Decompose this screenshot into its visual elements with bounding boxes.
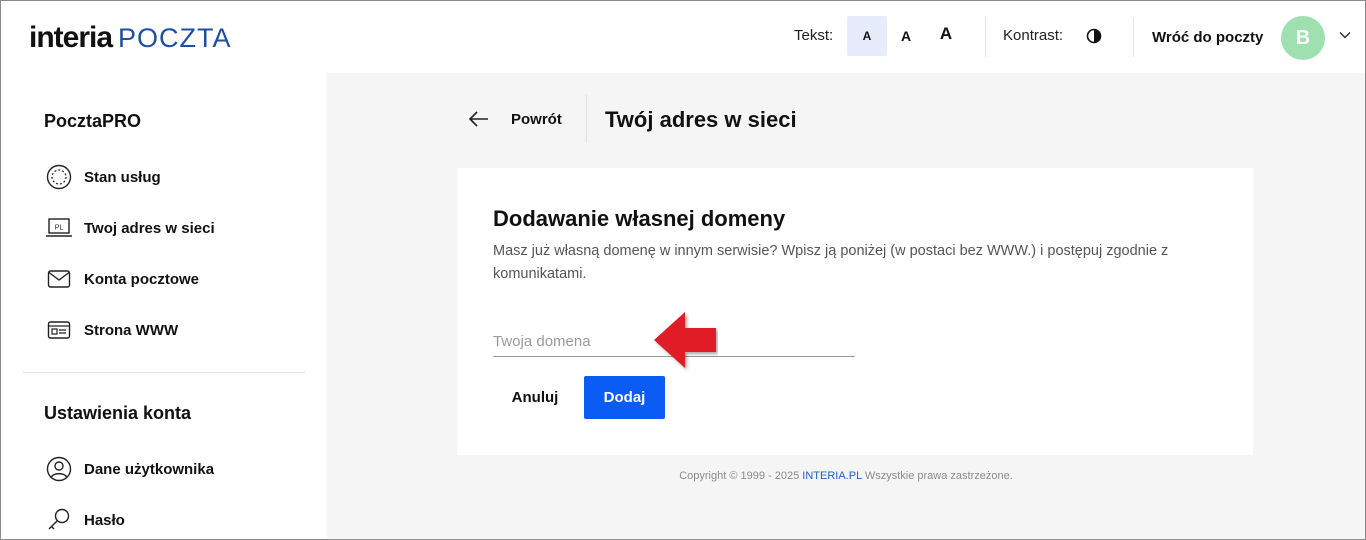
- title-divider: [586, 95, 587, 143]
- interia-poczta-logo[interactable]: interia POCZTA: [29, 21, 232, 55]
- back-button[interactable]: Powrót: [467, 107, 562, 131]
- text-size-label: Tekst:: [794, 27, 834, 44]
- sidebar-item-password[interactable]: Hasło: [45, 505, 125, 535]
- footer-prefix: Copyright © 1999 - 2025: [679, 470, 803, 482]
- logo-product: POCZTA: [118, 23, 232, 53]
- footer-copyright: Copyright © 1999 - 2025 INTERIA.PL Wszys…: [327, 470, 1365, 482]
- sidebar-item-service-status[interactable]: Stan usług: [45, 162, 161, 192]
- key-icon: [45, 506, 73, 534]
- service-status-icon: [45, 163, 73, 191]
- sidebar-item-mail-accounts[interactable]: Konta pocztowe: [45, 264, 199, 294]
- sidebar-heading-pocztapro: PocztaPRO: [44, 111, 142, 131]
- main-content: Powrót Twój adres w sieci Dodawanie włas…: [327, 73, 1365, 539]
- sidebar-divider: [23, 372, 305, 373]
- sidebar-item-label: Strona WWW: [84, 321, 179, 339]
- user-icon: [45, 455, 73, 483]
- envelope-icon: [45, 265, 73, 293]
- red-arrow-annotation-icon: [654, 312, 716, 368]
- add-button[interactable]: Dodaj: [584, 376, 665, 419]
- sidebar-item-web-address[interactable]: PL Twoj adres w sieci: [45, 213, 215, 243]
- back-label: Powrót: [511, 110, 562, 128]
- avatar[interactable]: B: [1281, 16, 1325, 60]
- header-divider: [985, 17, 986, 57]
- text-size-large-button[interactable]: A: [926, 14, 966, 54]
- footer-brand-link[interactable]: INTERIA.PL: [802, 470, 862, 482]
- arrow-left-icon: [468, 111, 488, 127]
- app-window: interia POCZTA Tekst: A A A Kontrast: Wr…: [0, 0, 1366, 540]
- logo-brand: interia: [29, 21, 113, 54]
- laptop-pl-icon: PL: [45, 214, 73, 242]
- contrast-icon: [1086, 28, 1102, 44]
- card-description: Masz już własną domenę w innym serwisie?…: [493, 243, 1169, 282]
- chevron-down-icon[interactable]: [1338, 28, 1352, 42]
- sidebar-item-label: Hasło: [84, 511, 125, 529]
- footer-suffix: Wszystkie prawa zastrzeżone.: [861, 470, 1013, 482]
- sidebar-heading-account-settings: Ustawienia konta: [44, 403, 192, 423]
- cancel-button[interactable]: Anuluj: [493, 376, 577, 418]
- sidebar-item-label: Stan usług: [84, 168, 161, 186]
- add-domain-card: Dodawanie własnej domeny Masz już własną…: [457, 168, 1253, 455]
- sidebar-item-label: Twoj adres w sieci: [84, 219, 215, 237]
- contrast-label: Kontrast:: [1003, 27, 1064, 44]
- sidebar-item-website[interactable]: Strona WWW: [45, 315, 178, 345]
- card-title: Dodawanie własnej domeny: [493, 206, 786, 231]
- sidebar-item-label: Dane użytkownika: [84, 460, 215, 478]
- text-size-small-button[interactable]: A: [847, 16, 887, 56]
- page-title: Twój adres w sieci: [605, 107, 797, 132]
- contrast-toggle-button[interactable]: [1083, 25, 1105, 47]
- sidebar: PocztaPRO Stan usług PL Twoj adres w sie…: [1, 73, 327, 539]
- website-icon: [45, 316, 73, 344]
- text-size-medium-button[interactable]: A: [886, 16, 926, 56]
- header-divider: [1133, 17, 1134, 57]
- sidebar-item-user-data[interactable]: Dane użytkownika: [45, 454, 214, 484]
- svg-text:PL: PL: [55, 225, 64, 232]
- back-to-mail-link[interactable]: Wróć do poczty: [1152, 29, 1263, 46]
- sidebar-item-label: Konta pocztowe: [84, 270, 199, 288]
- top-bar: interia POCZTA Tekst: A A A Kontrast: Wr…: [1, 1, 1365, 73]
